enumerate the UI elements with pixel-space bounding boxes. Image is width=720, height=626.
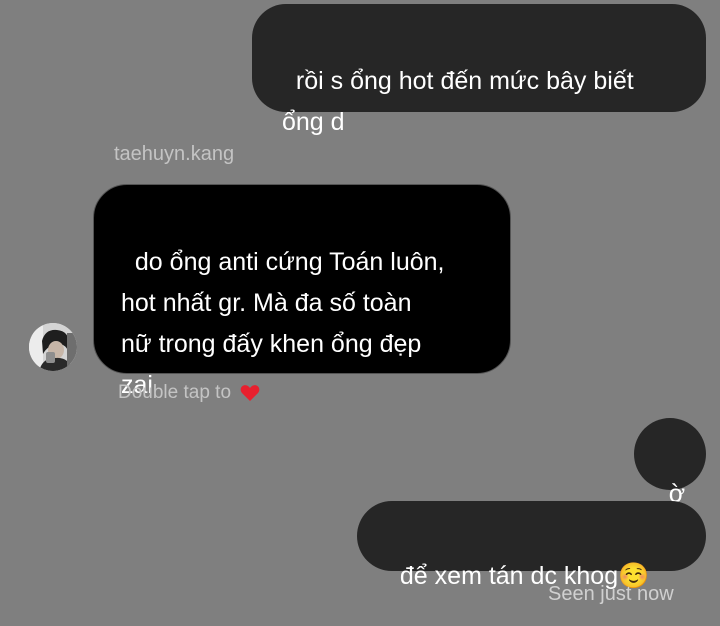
message-bubble-sent[interactable]: ờ xyxy=(634,418,706,508)
heart-icon[interactable] xyxy=(240,384,260,402)
message-bubble-sent[interactable]: rồi s ổng hot đến mức bây biết ổng d xyxy=(252,4,706,136)
avatar[interactable] xyxy=(29,323,77,371)
sender-username[interactable]: taehuyn.kang xyxy=(114,143,234,165)
message-bubble-received[interactable]: do ổng anti cứng Toán luôn, hot nhất gr.… xyxy=(93,184,511,399)
double-tap-text: Double tap to xyxy=(118,382,232,403)
profile-photo xyxy=(29,323,77,371)
message-text: do ổng anti cứng Toán luôn, hot nhất gr.… xyxy=(121,248,445,399)
seen-status: Seen just now xyxy=(548,583,674,605)
message-text: rồi s ổng hot đến mức bây biết ổng d xyxy=(282,67,634,136)
message-bubble-sent[interactable]: để xem tán dc khog☺️ xyxy=(357,501,706,590)
double-tap-hint: Double tap to xyxy=(118,382,260,404)
